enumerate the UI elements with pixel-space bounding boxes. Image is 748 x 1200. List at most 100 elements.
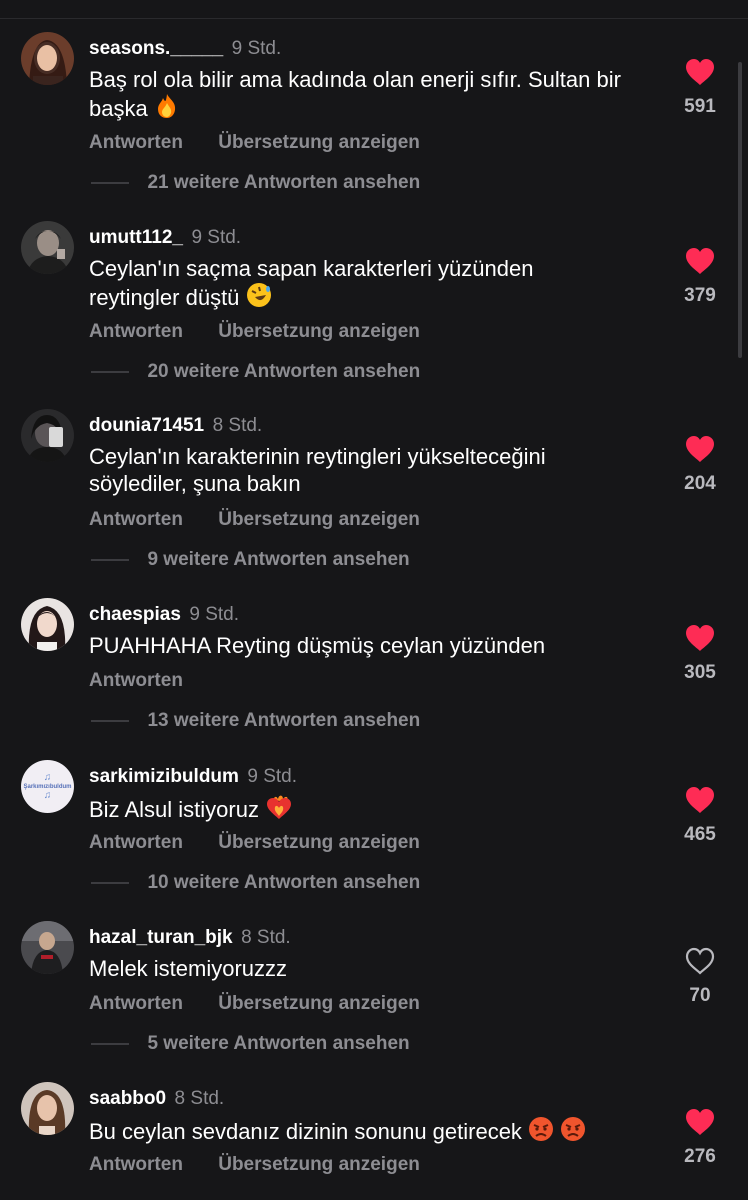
like-count: 70: [689, 985, 711, 1006]
comment-username[interactable]: chaespias: [89, 604, 181, 625]
comment-username[interactable]: sarkimizibuldum: [89, 766, 239, 787]
reply-button[interactable]: Antworten: [89, 321, 183, 343]
like-count: 379: [684, 285, 716, 306]
translate-button[interactable]: Übersetzung anzeigen: [218, 993, 420, 1015]
reply-button[interactable]: Antworten: [89, 132, 183, 154]
reply-button[interactable]: Antworten: [89, 832, 183, 854]
replies-divider-line: [91, 720, 129, 722]
replies-divider-line: [91, 1043, 129, 1045]
comment-text: Biz Alsul istiyoruz: [89, 794, 659, 826]
like-button[interactable]: 465: [676, 786, 724, 846]
comment-text: Baş rol ola bilir ama kadında olan enerj…: [89, 66, 649, 125]
view-more-replies[interactable]: 5 weitere Antworten ansehen: [91, 1033, 410, 1054]
rofl-emoji: [246, 282, 272, 314]
comment-time: 9 Std.: [247, 766, 298, 787]
like-button[interactable]: 379: [676, 247, 724, 307]
avatar[interactable]: [21, 409, 74, 462]
replies-divider-line: [91, 371, 129, 373]
view-more-replies[interactable]: 21 weitere Antworten ansehen: [91, 172, 421, 193]
comment-time: 9 Std.: [189, 604, 240, 625]
like-button[interactable]: 591: [676, 58, 724, 118]
heart-outline-icon: [685, 947, 715, 975]
translate-button[interactable]: Übersetzung anzeigen: [218, 132, 420, 154]
reply-button[interactable]: Antworten: [89, 1154, 183, 1176]
comment-actions: Antworten Übersetzung anzeigen: [89, 993, 420, 1015]
heart-filled-icon: [686, 625, 714, 651]
replies-divider-line: [91, 882, 129, 884]
comment-username[interactable]: seasons._____: [89, 38, 223, 59]
comment-actions: Antworten Übersetzung anzeigen: [89, 1154, 420, 1176]
avatar-image: [21, 409, 74, 462]
heart-filled-icon: [686, 787, 714, 813]
like-button[interactable]: 70: [676, 947, 724, 1007]
view-more-replies-label: 13 weitere Antworten ansehen: [147, 710, 421, 731]
view-more-replies[interactable]: 10 weitere Antworten ansehen: [91, 872, 421, 893]
like-count: 276: [684, 1146, 716, 1167]
comment-username[interactable]: hazal_turan_bjk: [89, 927, 233, 948]
avatar[interactable]: [21, 1082, 74, 1135]
heart-filled-icon: [686, 248, 714, 274]
heart-filled-icon: [686, 1109, 714, 1135]
heart-filled-icon: [686, 436, 714, 462]
music-note-icon: ♫: [43, 789, 52, 801]
reply-button[interactable]: Antworten: [89, 670, 183, 692]
translate-button[interactable]: Übersetzung anzeigen: [218, 509, 420, 531]
translate-button[interactable]: Übersetzung anzeigen: [218, 832, 420, 854]
comment-actions: Antworten Übersetzung anzeigen: [89, 321, 420, 343]
view-more-replies-label: 10 weitere Antworten ansehen: [147, 872, 421, 893]
avatar-image: [21, 1082, 74, 1135]
like-count: 591: [684, 96, 716, 117]
avatar-image: [21, 32, 74, 85]
translate-button[interactable]: Übersetzung anzeigen: [218, 321, 420, 343]
translate-button[interactable]: Übersetzung anzeigen: [218, 1154, 420, 1176]
comment-username[interactable]: umutt112_: [89, 227, 183, 248]
comment-actions: Antworten Übersetzung anzeigen: [89, 509, 420, 531]
view-more-replies-label: 9 weitere Antworten ansehen: [147, 549, 410, 570]
reply-button[interactable]: Antworten: [89, 509, 183, 531]
comment-username[interactable]: saabbo0: [89, 1088, 166, 1109]
avatar-image: [21, 921, 74, 974]
view-more-replies-label: 5 weitere Antworten ansehen: [147, 1033, 410, 1054]
like-button[interactable]: 276: [676, 1108, 724, 1168]
like-button[interactable]: 204: [676, 435, 724, 495]
avatar[interactable]: [21, 32, 74, 85]
angry-face-emoji: [528, 1116, 554, 1148]
replies-divider-line: [91, 182, 129, 184]
comment-time: 9 Std.: [231, 38, 282, 59]
comment-text: Bu ceylan sevdanız dizinin sonunu getire…: [89, 1116, 669, 1148]
comment-text: Melek istemiyoruzzz: [89, 956, 288, 981]
comment-text: Ceylan'ın karakterinin reytingleri yükse…: [89, 444, 546, 496]
comment-time: 9 Std.: [191, 227, 242, 248]
view-more-replies[interactable]: 9 weitere Antworten ansehen: [91, 549, 410, 570]
comment-actions: Antworten: [89, 670, 183, 692]
comment-time: 8 Std.: [241, 927, 291, 948]
comment-time: 8 Std.: [212, 415, 263, 436]
comment-text: PUAHHAHA Reyting düşmüş ceylan yüzünden: [89, 633, 546, 658]
view-more-replies-label: 20 weitere Antworten ansehen: [147, 361, 421, 382]
comment-actions: Antworten Übersetzung anzeigen: [89, 832, 420, 854]
avatar[interactable]: [21, 221, 74, 274]
like-count: 204: [684, 473, 716, 494]
like-button[interactable]: 305: [676, 624, 724, 684]
music-note-icon: ♫: [43, 771, 52, 783]
avatar[interactable]: [21, 921, 74, 974]
view-more-replies[interactable]: 20 weitere Antworten ansehen: [91, 361, 421, 382]
avatar[interactable]: [21, 598, 74, 651]
top-divider: [0, 18, 748, 19]
like-count: 465: [684, 824, 716, 845]
comment-time: 8 Std.: [174, 1088, 225, 1109]
heart-filled-icon: [686, 59, 714, 85]
angry-face-emoji: [560, 1116, 586, 1148]
comment-username[interactable]: dounia71451: [89, 415, 204, 436]
comment-text: Ceylan'ın saçma sapan karakterleri yüzün…: [89, 255, 609, 314]
scrollbar[interactable]: [738, 62, 742, 358]
avatar[interactable]: ♫ Şarkımızıbuldum ♫: [21, 760, 74, 813]
view-more-replies-label: 21 weitere Antworten ansehen: [147, 172, 421, 193]
fire-emoji: [154, 93, 180, 125]
replies-divider-line: [91, 559, 129, 561]
reply-button[interactable]: Antworten: [89, 993, 183, 1015]
comment-actions: Antworten Übersetzung anzeigen: [89, 132, 420, 154]
avatar-image: [21, 598, 74, 651]
like-count: 305: [684, 662, 716, 683]
view-more-replies[interactable]: 13 weitere Antworten ansehen: [91, 710, 421, 731]
